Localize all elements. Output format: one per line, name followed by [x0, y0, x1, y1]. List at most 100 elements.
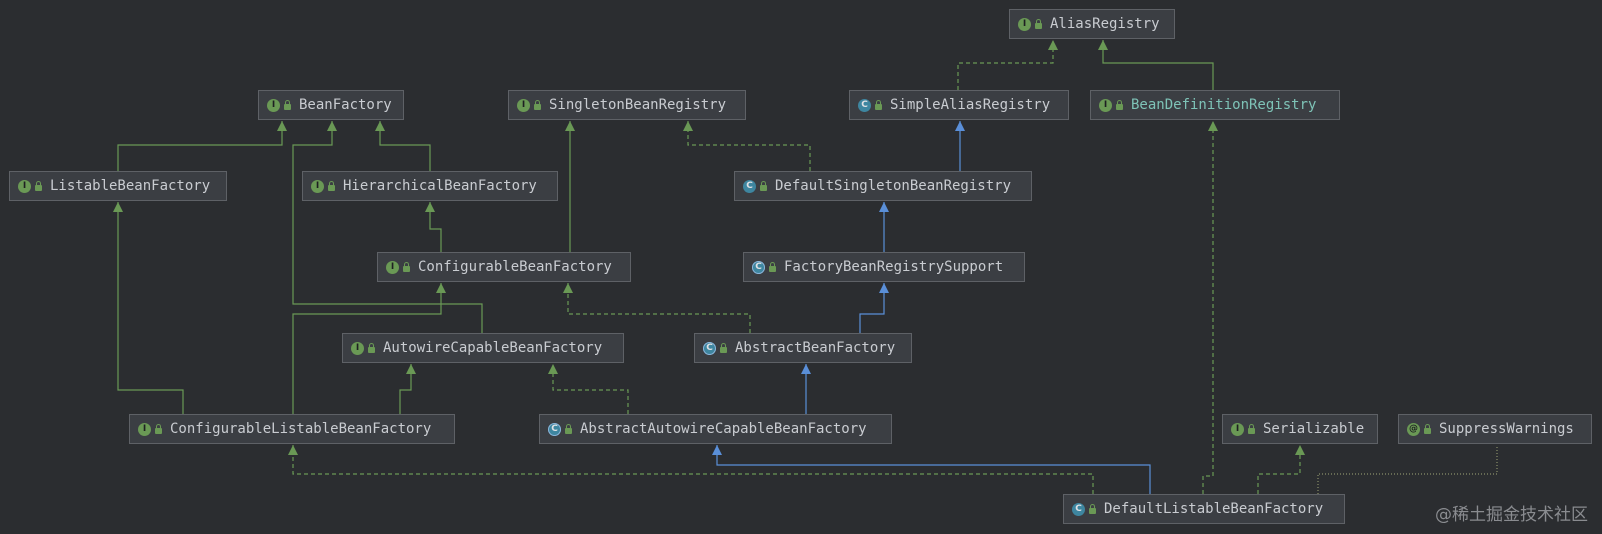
lock-icon — [534, 100, 541, 110]
node-abstract-bean-factory[interactable]: C AbstractBeanFactory — [694, 333, 912, 363]
edge-cfglistable-listable-arrowhead — [113, 202, 123, 212]
node-label: AliasRegistry — [1050, 16, 1160, 32]
node-serializable[interactable]: I Serializable — [1222, 414, 1378, 444]
interface-icon: I — [267, 98, 280, 112]
node-singleton-bean-registry[interactable]: I SingletonBeanRegistry — [508, 90, 746, 120]
edge-defsingleton-singleton — [687, 121, 811, 171]
lock-icon — [284, 100, 291, 110]
watermark: @稀土掘金技术社区 — [1435, 505, 1588, 525]
class-icon: C — [858, 98, 871, 112]
node-abstract-autowire-capable-bean-factory[interactable]: C AbstractAutowireCapableBeanFactory — [539, 414, 892, 444]
interface-icon: I — [1018, 17, 1031, 31]
edge-hierarchical-beanfactory-arrowhead — [375, 121, 385, 131]
node-label: DefaultListableBeanFactory — [1104, 501, 1324, 517]
node-listable-bean-factory[interactable]: I ListableBeanFactory — [9, 171, 227, 201]
abstract-class-icon: C — [703, 341, 716, 355]
node-default-listable-bean-factory[interactable]: C DefaultListableBeanFactory — [1063, 494, 1345, 524]
abstract-class-icon: C — [548, 422, 561, 436]
interface-icon: I — [18, 179, 31, 193]
abstract-class-icon: C — [752, 260, 765, 274]
edge-hierarchical-beanfactory — [379, 121, 431, 171]
node-label: AutowireCapableBeanFactory — [383, 340, 603, 356]
node-default-singleton-bean-registry[interactable]: C DefaultSingletonBeanRegistry — [734, 171, 1032, 201]
node-bean-factory[interactable]: I BeanFactory — [258, 90, 404, 120]
interface-icon: I — [386, 260, 399, 274]
node-configurable-bean-factory[interactable]: I ConfigurableBeanFactory — [377, 252, 631, 282]
lock-icon — [565, 424, 572, 434]
edge-defaultlistable-cfglistable — [292, 445, 1094, 494]
lock-icon — [769, 262, 776, 272]
edge-listable-beanfactory — [117, 121, 283, 171]
edge-cfglistable-listable — [117, 202, 184, 414]
node-label: DefaultSingletonBeanRegistry — [775, 178, 1012, 194]
edge-factorysupport-defsingleton-arrowhead — [879, 202, 889, 212]
lock-icon — [1035, 19, 1042, 29]
lock-icon — [1116, 100, 1123, 110]
edge-cfglistable-autowire-arrowhead — [406, 364, 416, 374]
edge-beandefreg-aliasregistry — [1102, 40, 1214, 90]
edge-cfglistable-configurable-arrowhead — [436, 283, 446, 293]
edge-beandefreg-aliasregistry-arrowhead — [1098, 40, 1108, 50]
class-icon: C — [1072, 502, 1085, 516]
edge-defsingleton-singleton-arrowhead — [683, 121, 693, 131]
node-label: FactoryBeanRegistrySupport — [784, 259, 1004, 275]
node-label: SuppressWarnings — [1439, 421, 1574, 437]
annotation-icon: @ — [1407, 422, 1420, 436]
node-autowire-capable-bean-factory[interactable]: I AutowireCapableBeanFactory — [342, 333, 624, 363]
edge-abstractautowire-autowire-arrowhead — [548, 364, 558, 374]
edge-defaultlistable-abstractautowire-arrowhead — [712, 445, 722, 455]
edge-defaultlistable-beandefreg-arrowhead — [1208, 121, 1218, 131]
interface-icon: I — [1099, 98, 1112, 112]
node-label: SingletonBeanRegistry — [549, 97, 727, 113]
edge-simplealias-aliasregistry — [957, 40, 1054, 90]
edge-defaultlistable-serializable — [1257, 445, 1301, 494]
lock-icon — [1248, 424, 1255, 434]
edge-abstractautowire-abstractbf-arrowhead — [801, 364, 811, 374]
edge-defaultlistable-serializable-arrowhead — [1295, 445, 1305, 455]
lock-icon — [403, 262, 410, 272]
edge-autowire-beanfactory-arrowhead — [327, 121, 337, 131]
interface-icon: I — [311, 179, 324, 193]
edge-defaultlistable-abstractautowire — [716, 445, 1151, 494]
node-label: Serializable — [1263, 421, 1365, 437]
lock-icon — [328, 181, 335, 191]
node-label: HierarchicalBeanFactory — [343, 178, 537, 194]
lock-icon — [875, 100, 882, 110]
node-hierarchical-bean-factory[interactable]: I HierarchicalBeanFactory — [302, 171, 558, 201]
node-label: SimpleAliasRegistry — [890, 97, 1051, 113]
node-simple-alias-registry[interactable]: C SimpleAliasRegistry — [849, 90, 1069, 120]
node-label: AbstractBeanFactory — [735, 340, 896, 356]
node-configurable-listable-bean-factory[interactable]: I ConfigurableListableBeanFactory — [129, 414, 455, 444]
interface-icon: I — [351, 341, 364, 355]
node-factory-bean-registry-support[interactable]: C FactoryBeanRegistrySupport — [743, 252, 1025, 282]
node-label: AbstractAutowireCapableBeanFactory — [580, 421, 867, 437]
edge-autowire-beanfactory — [292, 121, 483, 333]
lock-icon — [1089, 504, 1096, 514]
interface-icon: I — [517, 98, 530, 112]
edge-defsingleton-simplealias-arrowhead — [955, 121, 965, 131]
edge-abstractbf-configurable-arrowhead — [563, 283, 573, 293]
node-alias-registry[interactable]: I AliasRegistry — [1009, 9, 1175, 39]
edge-abstractbf-factorysupport-arrowhead — [879, 283, 889, 293]
node-bean-definition-registry[interactable]: I BeanDefinitionRegistry — [1090, 90, 1340, 120]
edge-abstractautowire-autowire — [552, 364, 629, 414]
node-label: ListableBeanFactory — [50, 178, 211, 194]
edge-simplealias-aliasregistry-arrowhead — [1048, 40, 1058, 50]
edge-defaultlistable-suppress — [1317, 445, 1498, 494]
interface-icon: I — [1231, 422, 1244, 436]
node-label: ConfigurableBeanFactory — [418, 259, 612, 275]
edge-abstractbf-configurable — [567, 283, 751, 333]
edge-listable-beanfactory-arrowhead — [277, 121, 287, 131]
lock-icon — [720, 343, 727, 353]
edge-configurable-hierarchical-arrowhead — [425, 202, 435, 212]
edge-configurable-singleton-arrowhead — [565, 121, 575, 131]
node-label: BeanFactory — [299, 97, 392, 113]
lock-icon — [1424, 424, 1431, 434]
node-label: ConfigurableListableBeanFactory — [170, 421, 432, 437]
interface-icon: I — [138, 422, 151, 436]
lock-icon — [35, 181, 42, 191]
diagram-canvas: I AliasRegistry I BeanFactory I Singleto… — [0, 0, 1602, 534]
edge-defaultlistable-beandefreg — [1202, 121, 1214, 494]
lock-icon — [155, 424, 162, 434]
node-suppress-warnings[interactable]: @ SuppressWarnings — [1398, 414, 1592, 444]
